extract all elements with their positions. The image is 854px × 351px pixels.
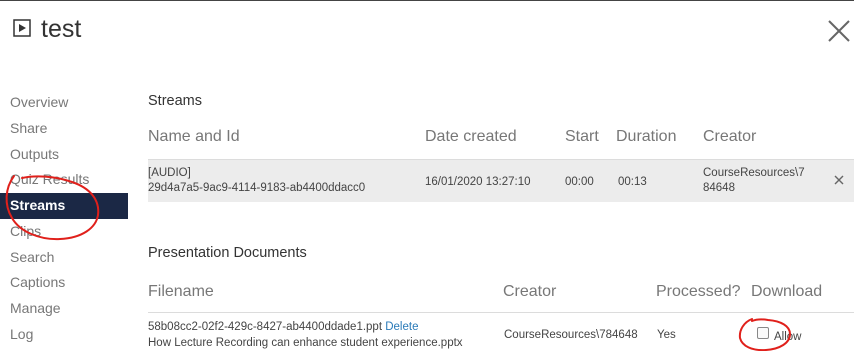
column-header-filename: Filename	[148, 283, 214, 300]
stream-creator-line1: CourseResources\7	[703, 167, 805, 179]
sidebar-item-clips[interactable]: Clips	[0, 219, 128, 245]
allow-download-label[interactable]: Allow	[774, 330, 801, 344]
sidebar-item-log[interactable]: Log	[0, 322, 128, 348]
stream-creator-line2: 84648	[703, 182, 735, 194]
document-file-id-text: 58b08cc2-02f2-429c-8427-ab4400ddade1.ppt	[148, 321, 383, 333]
column-header-processed: Processed?	[656, 283, 741, 300]
window-title: test	[41, 15, 82, 43]
column-header-duration: Duration	[616, 128, 677, 145]
column-header-download: Download	[751, 283, 823, 300]
stream-duration: 00:13	[618, 176, 647, 188]
divider	[148, 312, 854, 313]
delete-link[interactable]: Delete	[385, 321, 418, 333]
allow-download-checkbox[interactable]	[757, 327, 769, 339]
sidebar-item-search[interactable]: Search	[0, 245, 128, 271]
document-processed: Yes	[657, 329, 676, 341]
sidebar-item-outputs[interactable]: Outputs	[0, 142, 128, 168]
column-header-date: Date created	[425, 128, 517, 145]
sidebar-item-captions[interactable]: Captions	[0, 270, 128, 296]
stream-type: [AUDIO]	[148, 167, 191, 179]
stream-date: 16/01/2020 13:27:10	[425, 176, 531, 188]
document-file-name: How Lecture Recording can enhance studen…	[148, 337, 463, 349]
column-header-creator: Creator	[703, 128, 757, 145]
streams-heading: Streams	[148, 93, 202, 109]
documents-heading: Presentation Documents	[148, 245, 307, 261]
sidebar-nav: Overview Share Outputs Quiz Results Stre…	[0, 90, 128, 348]
sidebar-item-streams[interactable]: Streams	[0, 193, 128, 219]
remove-stream-icon[interactable]	[833, 174, 845, 186]
sidebar-item-manage[interactable]: Manage	[0, 296, 128, 322]
column-header-name: Name and Id	[148, 128, 240, 145]
main-panel: Streams Name and Id Date created Start D…	[148, 0, 854, 351]
sidebar-item-share[interactable]: Share	[0, 116, 128, 142]
sidebar-item-quiz-results[interactable]: Quiz Results	[0, 167, 128, 193]
play-icon	[13, 19, 31, 37]
stream-id: 29d4a7a5-9ac9-4114-9183-ab4400ddacc0	[148, 182, 366, 194]
sidebar-item-overview[interactable]: Overview	[0, 90, 128, 116]
stream-start: 00:00	[565, 176, 594, 188]
column-header-start: Start	[565, 128, 599, 145]
document-creator: CourseResources\784648	[504, 329, 638, 341]
column-header-doc-creator: Creator	[503, 283, 557, 300]
document-file-id: 58b08cc2-02f2-429c-8427-ab4400ddade1.ppt…	[148, 320, 418, 334]
